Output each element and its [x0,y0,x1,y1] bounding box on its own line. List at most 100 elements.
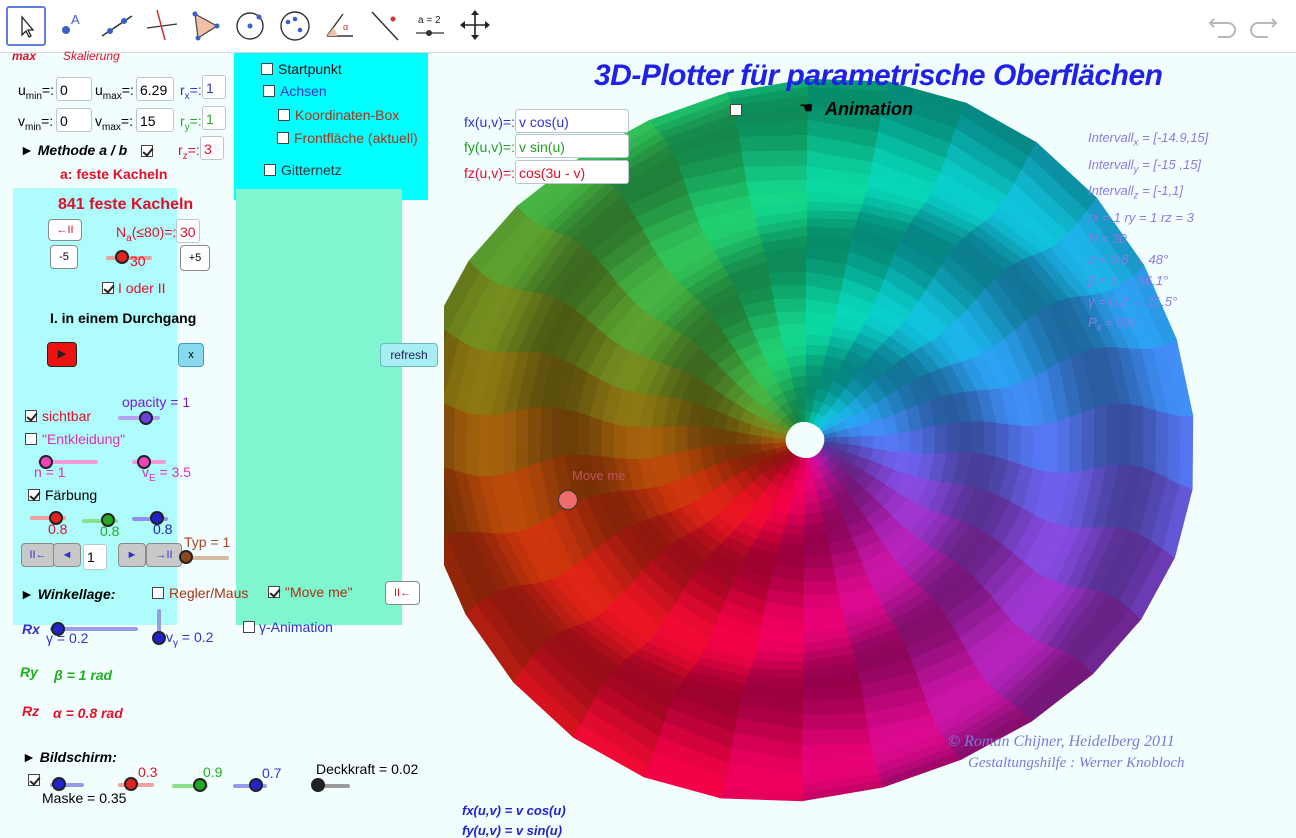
animation-icon: ☚ [799,100,814,117]
surface-tile [805,364,823,377]
opacity-slider-knob[interactable] [139,411,153,425]
achsen-checkbox[interactable] [263,85,275,97]
winkellage-toggle[interactable]: ► Winkellage: [20,587,115,601]
fy-input[interactable]: v sin(u) [515,134,629,158]
redo-button[interactable] [1246,8,1280,42]
rx-input[interactable]: 1 [202,75,226,99]
frontflaeche-checkbox[interactable] [277,132,289,144]
surface-tile [1167,413,1181,485]
surface-tile [1130,403,1145,468]
ve-label: vE = 3.5 [142,464,192,484]
vmin-input[interactable]: 0 [56,108,92,132]
fz-input[interactable]: cos(3u - v) [515,160,629,184]
fz-label: fz(u,v)=: [464,165,515,181]
fx-label: fx(u,v)=: [464,114,515,130]
minus5-button[interactable]: -5 [50,245,78,269]
surface-tile [804,480,817,494]
surface-tile [514,408,529,473]
na-input[interactable]: 30 [176,219,200,243]
faerbung-checkbox[interactable] [28,489,40,501]
koordinaten-checkbox[interactable] [278,109,290,121]
screen-red-slider-knob[interactable] [124,777,138,791]
move-me-checkbox[interactable] [268,586,280,598]
undo-icon [1208,18,1236,38]
screen-green-slider-knob[interactable] [193,778,207,792]
surface-tile [502,411,517,476]
surface-tile [779,534,805,547]
surface-tile [1081,407,1096,472]
surface-tile [775,310,807,325]
reset-angles-button[interactable]: II← [385,581,420,605]
info-gamma: γ = 0.2 → 11.5° [1088,293,1178,309]
slider-tool-button[interactable]: a = 2 [411,6,449,44]
one-pass-label: I. in einem Durchgang [50,310,197,326]
gitternetz-checkbox[interactable] [264,164,276,176]
i-or-ii-label: I oder II [118,280,166,296]
na-slider-knob[interactable] [115,250,129,264]
polygon-tool-button[interactable] [186,6,224,44]
startpunkt-checkbox[interactable] [261,63,273,75]
surface-tile [551,406,566,459]
x-button[interactable]: x [178,343,204,367]
surface-tile [803,543,832,558]
surface-tile [971,420,985,455]
move-me-point[interactable] [558,490,578,510]
deckkraft-slider-knob[interactable] [311,778,325,792]
surface-tile [771,284,807,299]
step-first-button[interactable]: II← [21,543,55,567]
refresh-button[interactable]: refresh [380,343,438,367]
surface-tile [805,354,826,366]
cut-label-scaling: Skalierung [63,49,120,63]
fx-input[interactable]: v cos(u) [515,109,629,133]
perpendicular-line-tool-button[interactable] [143,6,181,44]
vmax-input[interactable]: 15 [136,108,174,132]
entkleidung-checkbox[interactable] [25,433,37,445]
step-input[interactable]: 1 [83,544,107,570]
ry-input[interactable]: 1 [202,106,226,130]
info-panel: Intervallx = [-14.9,15] Intervally = [-1… [1088,127,1208,338]
method-toggle[interactable]: ► Methode a / b [20,143,127,157]
surface-tile [613,423,627,459]
ellipse-tool-button[interactable] [276,6,314,44]
surface-tile [802,713,869,731]
line-icon [101,15,133,37]
bildschirm-toggle[interactable]: ► Bildschirm: [22,750,117,764]
surface-tile [674,425,688,454]
surface-tile [1032,424,1046,472]
i-or-ii-checkbox[interactable] [102,282,114,294]
undo-button[interactable] [1206,8,1240,42]
gamma-animation-checkbox[interactable] [243,621,255,633]
reflect-tool-button[interactable] [366,6,404,44]
vgamma-slider-knob[interactable] [152,631,166,645]
method-checkbox[interactable] [141,145,153,157]
graphics-view[interactable]: 3D-Plotter für parametrische Oberflächen… [444,53,1296,837]
play-button[interactable]: ▶ [47,342,77,367]
visible-checkbox[interactable] [25,410,37,422]
mask-checkbox[interactable] [28,774,40,786]
animation-checkbox[interactable] [730,104,742,116]
back-button[interactable]: ←II [48,219,82,241]
step-last-button[interactable]: →II [146,543,182,567]
typ-slider-knob[interactable] [179,550,193,564]
regler-maus-checkbox[interactable] [152,587,164,599]
umin-input[interactable]: 0 [56,77,92,101]
step-next-button[interactable]: ► [118,543,146,567]
surface-tile [897,431,911,454]
vmin-label: vmin=: [18,113,54,133]
move-graphics-view-tool-button[interactable] [456,6,494,44]
move-tool-button[interactable] [6,6,46,46]
rz-input[interactable]: 3 [200,136,224,160]
step-prev-button[interactable]: ◄ [53,543,81,567]
umax-input[interactable]: 6.29 [136,77,174,101]
na-label: Na(≤80)=: [116,224,177,244]
point-tool-button[interactable]: A [52,6,90,44]
plus5-button[interactable]: +5 [180,245,210,271]
circle-tool-button[interactable] [231,6,269,44]
mask-slider-knob[interactable] [52,777,66,791]
typ-label: Typ = 1 [184,534,231,550]
info-interval-y: Intervally = [-15 ,15] [1088,156,1202,176]
line-tool-button[interactable] [98,6,136,44]
options-extension-bg [236,189,402,625]
angle-tool-button[interactable]: α [321,6,359,44]
screen-blue-slider-knob[interactable] [249,778,263,792]
